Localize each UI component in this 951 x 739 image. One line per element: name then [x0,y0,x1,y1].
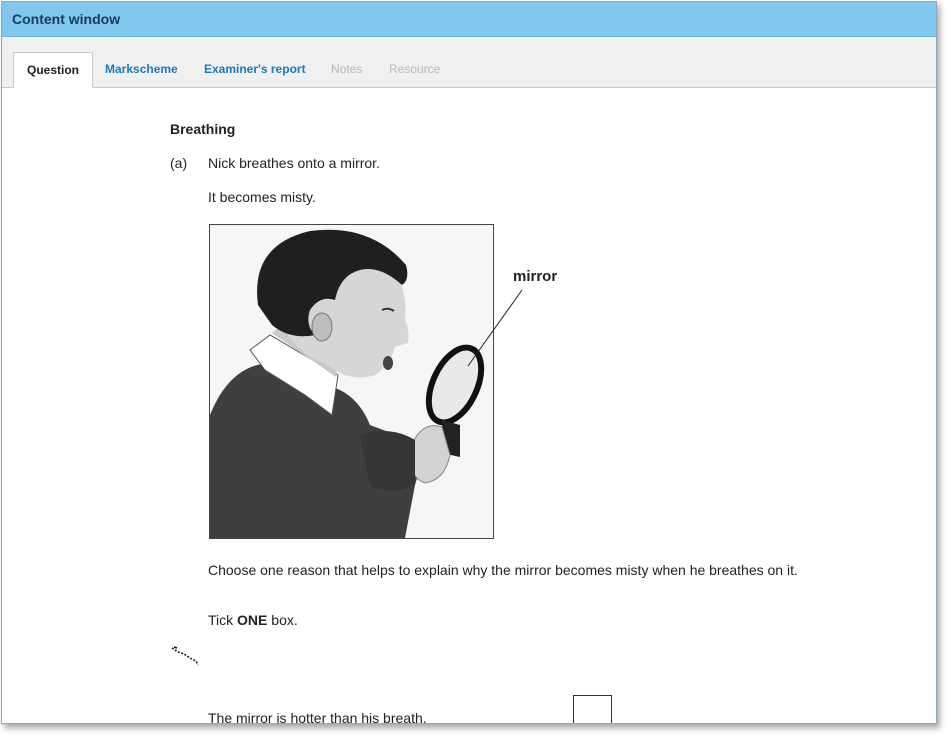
tab-notes: Notes [331,62,363,76]
window-title: Content window [2,2,936,37]
option-1-tickbox[interactable] [573,695,612,723]
content-window: Content window Question Markscheme Exami… [1,1,937,724]
busy-cursor-icon [171,646,199,666]
question-title: Breathing [170,121,236,137]
question-line-1: Nick breathes onto a mirror. [208,155,380,171]
boy-with-mirror-image [209,224,494,539]
question-prompt: Choose one reason that helps to explain … [208,562,798,578]
tab-markscheme[interactable]: Markscheme [92,52,191,86]
figure-label-mirror: mirror [513,268,558,285]
tab-resource: Resource [389,62,441,76]
tab-question[interactable]: Question [13,52,94,88]
figure-leader-line [467,289,523,367]
tab-bar: Question Markscheme Examiner's report No… [2,37,936,88]
question-content: Breathing (a) Nick breathes onto a mirro… [2,88,936,723]
option-1-text: The mirror is hotter than his breath. [208,710,427,724]
tick-instruction: Tick ONE box. [208,612,298,628]
tab-examiners-report[interactable]: Examiner's report [191,52,319,86]
question-line-2: It becomes misty. [208,189,316,205]
question-part-label: (a) [170,155,188,171]
